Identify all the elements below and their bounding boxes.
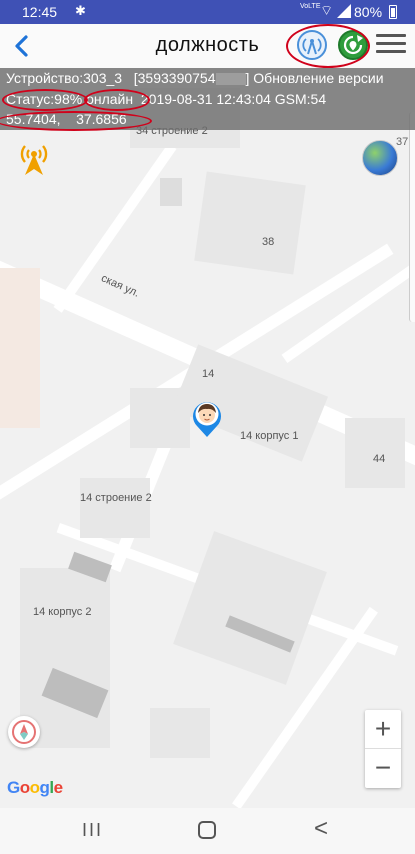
- signal-icon: [337, 4, 351, 18]
- app-bar: должность: [0, 24, 415, 68]
- building-shadow: [160, 178, 182, 206]
- highlight-oval-status: [2, 89, 88, 111]
- device-row: Устройство:303_3 [3593390754] Обновление…: [6, 70, 384, 86]
- side-panel-handle[interactable]: [409, 112, 415, 322]
- gsm-signal: GSM:54: [274, 91, 327, 107]
- status-time: 12:45: [22, 4, 58, 20]
- device-location-marker[interactable]: [188, 396, 226, 438]
- building: [194, 171, 306, 275]
- map-label-building: 38: [262, 236, 275, 248]
- compass-button[interactable]: [8, 716, 40, 748]
- compass-icon: [12, 720, 36, 744]
- home-button[interactable]: [198, 821, 216, 839]
- wifi-icon: ⌔: [320, 2, 334, 18]
- globe-icon[interactable]: [362, 140, 398, 176]
- highlight-oval-coords: [0, 111, 152, 131]
- zoom-out-button[interactable]: −: [365, 749, 401, 788]
- recent-apps-button[interactable]: III: [82, 820, 103, 841]
- highlight-oval-buttons: [286, 24, 370, 68]
- bug-icon: ✱: [75, 3, 86, 18]
- highlight-oval-online: [84, 89, 150, 111]
- map-label-street: ская ул.: [99, 272, 142, 300]
- imei-value: [3593390754: [133, 70, 216, 86]
- map-label-building: 14 корпус 1: [240, 430, 299, 442]
- battery-percent: 80%: [354, 4, 383, 20]
- map-label-building: 37: [396, 136, 409, 148]
- status-bar: 12:45 ✱ VoLTE ⌔ 80%: [0, 0, 415, 24]
- redacted-block: [215, 73, 246, 86]
- device-value: 303_3: [83, 70, 123, 86]
- map-label-building: 14: [202, 368, 215, 380]
- map-label-building: 14 строение 2: [80, 492, 152, 504]
- back-button[interactable]: <: [314, 815, 328, 843]
- zoom-in-button[interactable]: +: [365, 710, 401, 749]
- update-version-link[interactable]: Обновление версии: [253, 70, 383, 86]
- map-label-building: 14 корпус 2: [33, 606, 92, 618]
- building: [150, 708, 210, 758]
- last-update-time: 2019-08-31 12:43:04: [140, 91, 271, 107]
- map-view[interactable]: 34 строение 2 38 ская ул. 14 14 корпус 1…: [0, 68, 415, 808]
- building: [173, 531, 327, 685]
- building: [80, 478, 150, 538]
- system-nav-bar: III <: [0, 808, 415, 854]
- network-type-icon: VoLTE: [300, 3, 321, 10]
- map-label-building: 44: [373, 453, 386, 465]
- cell-tower-icon[interactable]: [17, 140, 51, 176]
- hamburger-menu-icon[interactable]: [376, 34, 406, 56]
- device-label: Устройство:: [6, 70, 84, 86]
- zoom-control: + −: [365, 710, 401, 788]
- google-logo: Google: [7, 778, 63, 797]
- building: [0, 268, 40, 428]
- battery-icon: [389, 5, 397, 19]
- imei-close: ]: [245, 70, 250, 86]
